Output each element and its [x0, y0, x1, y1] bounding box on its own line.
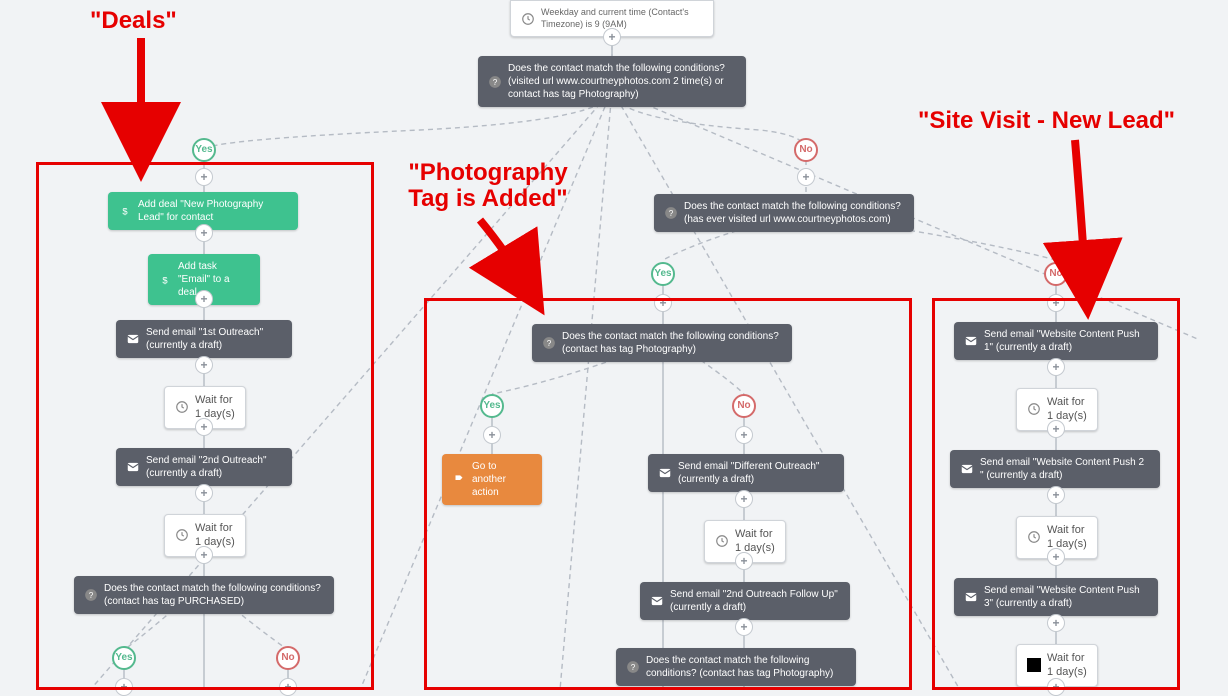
node-label: Add deal "New Photography Lead" for cont… — [138, 198, 288, 224]
node-label: Weekday and current time (Contact's Time… — [541, 7, 703, 30]
node-label: Does the contact match the following con… — [508, 62, 736, 101]
mail-icon — [650, 594, 664, 608]
send-email-node[interactable]: Send email "Different Outreach" (current… — [648, 454, 844, 492]
add-step-button[interactable]: + — [483, 426, 501, 444]
node-label: Does the contact match the following con… — [562, 330, 782, 356]
mail-icon — [658, 466, 672, 480]
add-step-button[interactable]: + — [735, 552, 753, 570]
node-label: Send email "Website Content Push 1" (cur… — [984, 328, 1148, 354]
question-icon: ? — [542, 336, 556, 350]
add-step-button[interactable]: + — [115, 678, 133, 696]
send-email-node[interactable]: Send email "2nd Outreach Follow Up" (cur… — [640, 582, 850, 620]
node-label: Send email "2nd Outreach" (currently a d… — [146, 454, 282, 480]
condition-node-photo-tag-2[interactable]: ? Does the contact match the following c… — [616, 648, 856, 686]
question-icon: ? — [488, 75, 502, 89]
svg-text:$: $ — [162, 275, 168, 285]
svg-text:?: ? — [547, 339, 552, 348]
send-email-node[interactable]: Send email "Website Content Push 3" (cur… — [954, 578, 1158, 616]
add-step-button[interactable]: + — [735, 426, 753, 444]
branch-yes: Yes — [112, 646, 136, 670]
add-step-button[interactable]: + — [1047, 614, 1065, 632]
node-label: Wait for 1 day(s) — [1047, 651, 1087, 680]
branch-yes: Yes — [651, 262, 675, 286]
goto-action-node[interactable]: Go to another action — [442, 454, 542, 505]
add-step-button[interactable]: + — [603, 28, 621, 46]
annotation-deals: "Deals" — [90, 8, 177, 34]
send-email-node[interactable]: Send email "2nd Outreach" (currently a d… — [116, 448, 292, 486]
svg-text:?: ? — [631, 663, 636, 672]
clock-icon — [1027, 658, 1041, 672]
add-step-button[interactable]: + — [797, 168, 815, 186]
condition-node-photo-tag[interactable]: ? Does the contact match the following c… — [532, 324, 792, 362]
clock-icon — [521, 12, 535, 26]
dollar-icon: $ — [118, 204, 132, 218]
branch-no: No — [276, 646, 300, 670]
clock-icon — [1027, 402, 1041, 416]
svg-text:?: ? — [669, 209, 674, 218]
annotation-site-visit: "Site Visit - New Lead" — [918, 108, 1175, 134]
branch-no: No — [794, 138, 818, 162]
clock-icon — [175, 400, 189, 414]
add-step-button[interactable]: + — [195, 356, 213, 374]
clock-icon — [1027, 530, 1041, 544]
add-step-button[interactable]: + — [654, 294, 672, 312]
mail-icon — [964, 590, 978, 604]
node-label: Send email "Different Outreach" (current… — [678, 460, 834, 486]
node-label: Add task "Email" to a deal — [178, 260, 250, 299]
dollar-icon: $ — [158, 273, 172, 287]
add-step-button[interactable]: + — [195, 418, 213, 436]
condition-node-photo-url[interactable]: ? Does the contact match the following c… — [478, 56, 746, 107]
node-label: Send email "Website Content Push 3" (cur… — [984, 584, 1148, 610]
condition-node-visited[interactable]: ? Does the contact match the following c… — [654, 194, 914, 232]
node-label: Send email "Website Content Push 2 " (cu… — [980, 456, 1150, 482]
add-step-button[interactable]: + — [195, 168, 213, 186]
clock-icon — [715, 534, 729, 548]
mail-icon — [126, 460, 140, 474]
add-step-button[interactable]: + — [195, 484, 213, 502]
svg-text:$: $ — [122, 207, 128, 217]
branch-no: No — [732, 394, 756, 418]
add-step-button[interactable]: + — [195, 546, 213, 564]
add-step-button[interactable]: + — [1047, 548, 1065, 566]
send-email-node[interactable]: Send email "Website Content Push 1" (cur… — [954, 322, 1158, 360]
mail-icon — [964, 334, 978, 348]
add-step-button[interactable]: + — [1047, 486, 1065, 504]
add-step-button[interactable]: + — [1047, 358, 1065, 376]
add-step-button[interactable]: + — [195, 224, 213, 242]
add-step-button[interactable]: + — [279, 678, 297, 696]
condition-node-purchased[interactable]: ? Does the contact match the following c… — [74, 576, 334, 614]
node-label: Send email "1st Outreach" (currently a d… — [146, 326, 282, 352]
goto-icon — [452, 473, 466, 487]
question-icon: ? — [664, 206, 678, 220]
add-step-button[interactable]: + — [1047, 420, 1065, 438]
question-icon: ? — [84, 588, 98, 602]
branch-yes: Yes — [192, 138, 216, 162]
add-step-button[interactable]: + — [195, 290, 213, 308]
node-label: Does the contact match the following con… — [646, 654, 846, 680]
node-label: Go to another action — [472, 460, 532, 499]
svg-text:?: ? — [89, 591, 94, 600]
node-label: Does the contact match the following con… — [104, 582, 324, 608]
clock-icon — [175, 528, 189, 542]
add-step-button[interactable]: + — [1047, 678, 1065, 696]
send-email-node[interactable]: Send email "1st Outreach" (currently a d… — [116, 320, 292, 358]
add-step-button[interactable]: + — [1047, 294, 1065, 312]
branch-yes: Yes — [480, 394, 504, 418]
branch-no: No — [1044, 262, 1068, 286]
add-step-button[interactable]: + — [735, 618, 753, 636]
annotation-photo-tag: "Photography Tag is Added" — [388, 160, 588, 213]
node-label: Send email "2nd Outreach Follow Up" (cur… — [670, 588, 840, 614]
question-icon: ? — [626, 660, 640, 674]
add-step-button[interactable]: + — [735, 490, 753, 508]
mail-icon — [126, 332, 140, 346]
svg-text:?: ? — [493, 77, 498, 86]
node-label: Does the contact match the following con… — [684, 200, 904, 226]
mail-icon — [960, 462, 974, 476]
send-email-node[interactable]: Send email "Website Content Push 2 " (cu… — [950, 450, 1160, 488]
